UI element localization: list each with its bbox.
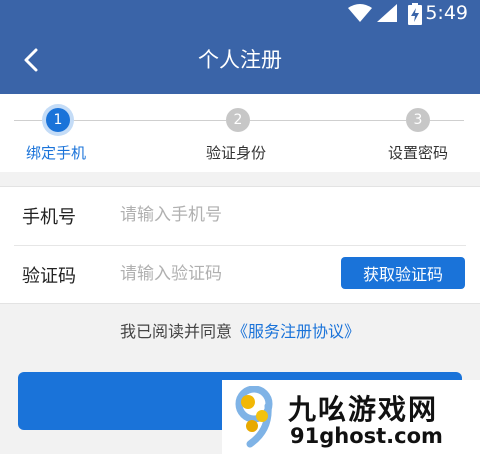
- registration-form: 手机号 验证码 获取验证码: [0, 186, 480, 304]
- signal-icon: [377, 4, 397, 22]
- step-3-indicator: 3: [406, 108, 430, 132]
- code-input[interactable]: [120, 258, 330, 290]
- step-1-indicator: 1: [46, 108, 70, 132]
- status-bar: 5:49: [0, 0, 480, 26]
- watermark-name: 九吆游戏网: [288, 393, 439, 426]
- step-line: [430, 120, 464, 121]
- step-3-label: 设置密码: [388, 144, 449, 162]
- get-code-button[interactable]: 获取验证码: [341, 257, 465, 289]
- step-2-indicator: 2: [226, 108, 250, 132]
- watermark-url: 91ghost.com: [290, 424, 443, 448]
- agreement-text: 我已阅读并同意《服务注册协议》: [0, 318, 480, 342]
- step-1-label: 绑定手机: [26, 144, 87, 162]
- step-line: [70, 120, 226, 121]
- step-line: [250, 120, 406, 121]
- step-line: [14, 120, 46, 121]
- phone-label: 手机号: [22, 207, 76, 228]
- phone-row: 手机号: [0, 187, 480, 244]
- agreement-prefix: 我已阅读并同意: [119, 322, 232, 341]
- step-2-label: 验证身份: [206, 144, 267, 162]
- watermark: 九吆游戏网 91ghost.com: [222, 380, 480, 454]
- status-time: 5:49: [425, 2, 468, 24]
- app-bar: 个人注册: [0, 26, 480, 94]
- code-row: 验证码 获取验证码: [0, 246, 480, 303]
- phone-input[interactable]: [120, 199, 330, 231]
- wifi-icon: [348, 4, 372, 22]
- page-title: 个人注册: [198, 48, 282, 72]
- code-label: 验证码: [22, 266, 76, 287]
- watermark-logo-icon: [235, 386, 273, 448]
- registration-steps: 1 2 3 绑定手机 验证身份 设置密码: [0, 94, 480, 172]
- service-agreement-link[interactable]: 《服务注册协议》: [232, 322, 360, 341]
- battery-charging-icon: [408, 3, 422, 25]
